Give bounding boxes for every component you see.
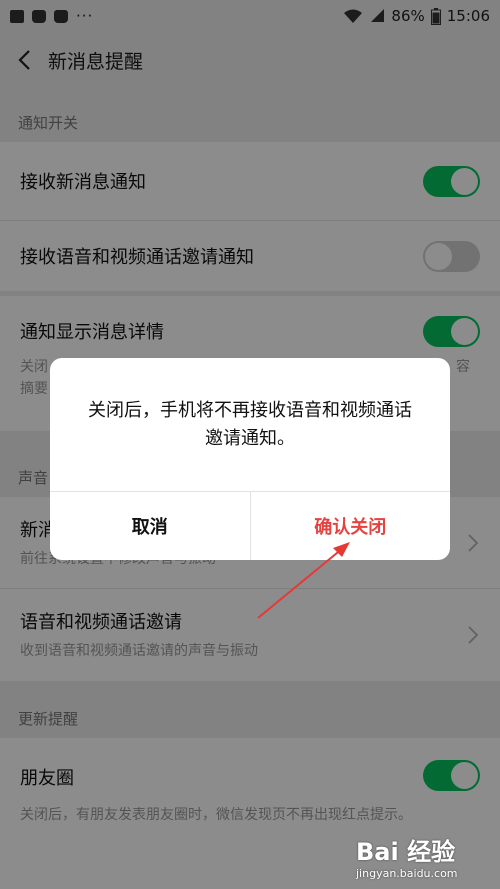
annotation-arrow-icon bbox=[257, 542, 350, 619]
baidu-watermark: Bai 经验 jingyan.baidu.com bbox=[356, 832, 500, 889]
watermark-url: jingyan.baidu.com bbox=[356, 867, 458, 880]
watermark-logo: Bai 经验 bbox=[356, 838, 456, 866]
